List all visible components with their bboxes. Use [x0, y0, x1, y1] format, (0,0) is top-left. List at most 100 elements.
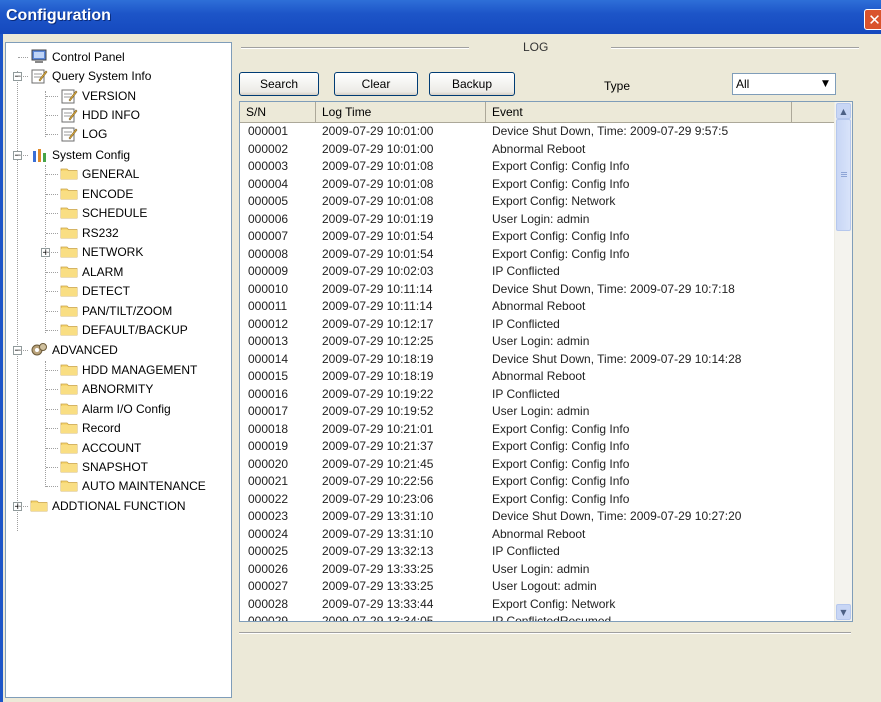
- folder-icon: [60, 244, 78, 263]
- cell-event: Abnormal Reboot: [492, 526, 586, 541]
- table-row[interactable]: 000024 2009-07-29 13:31:10 Abnormal Reboot: [240, 526, 836, 544]
- group-line-right: [611, 47, 859, 49]
- cell-log-time: 2009-07-29 10:19:22: [322, 386, 434, 401]
- window-title: Configuration: [6, 7, 111, 24]
- cell-event: User Login: admin: [492, 334, 590, 348]
- table-row[interactable]: 000019 2009-07-29 10:21:37 Export Config: …: [240, 438, 836, 456]
- tree-item-label: SNAPSHOT: [82, 460, 149, 474]
- cell-sn: 000024: [248, 526, 289, 541]
- scroll-down-button[interactable]: ▼: [836, 604, 851, 620]
- table-row[interactable]: 000023 2009-07-29 13:31:10 Device Shut Dow…: [240, 508, 836, 526]
- table-row[interactable]: 000013 2009-07-29 10:12:25 User Login: adm…: [240, 333, 836, 351]
- folder-icon: [60, 440, 78, 459]
- table-row[interactable]: 000001 2009-07-29 10:01:00 Device Shut Dow…: [240, 123, 836, 141]
- table-row[interactable]: 000015 2009-07-29 10:18:19 Abnormal Reboot: [240, 368, 836, 386]
- tree-item-label: ABNORMITY: [82, 382, 154, 396]
- cell-log-time: 2009-07-29 10:23:06: [322, 491, 434, 506]
- folder-icon: [30, 498, 48, 517]
- cell-event: Export Config: Config Info: [492, 229, 630, 243]
- type-select[interactable]: All ▼: [732, 73, 836, 95]
- table-row[interactable]: 000017 2009-07-29 10:19:52 User Login: adm…: [240, 403, 836, 421]
- table-row[interactable]: 000007 2009-07-29 10:01:54 Export Config: …: [240, 228, 836, 246]
- table-row[interactable]: 000011 2009-07-29 10:11:14 Abnormal Reboot: [240, 298, 836, 316]
- cell-sn: 000005: [248, 194, 289, 208]
- table-row[interactable]: 000028 2009-07-29 13:33:44 Export Config: …: [240, 596, 836, 614]
- tree-item-label: Control Panel: [52, 50, 125, 64]
- cell-log-time: 2009-07-29 13:31:10: [322, 509, 434, 523]
- cell-sn: 000021: [248, 474, 289, 488]
- table-row[interactable]: 000025 2009-07-29 13:32:13 IP Conflicted: [240, 543, 836, 561]
- tree-item-label: Query System Info: [52, 69, 152, 83]
- column-header-sn[interactable]: S/N: [240, 102, 316, 122]
- table-row[interactable]: 000026 2009-07-29 13:33:25 User Login: adm…: [240, 561, 836, 579]
- table-row[interactable]: 000004 2009-07-29 10:01:08 Export Config: …: [240, 176, 836, 194]
- table-row[interactable]: 000022 2009-07-29 10:23:06 Export Config: …: [240, 491, 836, 509]
- table-row[interactable]: 000008 2009-07-29 10:01:54 Export Config: …: [240, 246, 836, 264]
- cell-event: User Login: admin: [492, 211, 590, 226]
- cell-sn: 000023: [248, 509, 289, 523]
- chevron-down-icon[interactable]: ▼: [817, 75, 834, 93]
- notepad-icon: [30, 68, 48, 89]
- scroll-thumb[interactable]: [836, 119, 851, 231]
- cell-event: User Logout: admin: [492, 579, 597, 593]
- column-header-log-time[interactable]: Log Time: [316, 102, 486, 122]
- column-header-event[interactable]: Event: [486, 102, 792, 122]
- cell-sn: 000020: [248, 456, 289, 471]
- table-row[interactable]: 000029 2009-07-29 13:34:05 IP ConflictedRe…: [240, 613, 836, 622]
- cell-event: IP Conflicted: [492, 316, 560, 331]
- gears-icon: [30, 342, 48, 363]
- list-header: S/N Log Time Event: [240, 102, 836, 123]
- table-row[interactable]: 000003 2009-07-29 10:01:08 Export Config: …: [240, 158, 836, 176]
- title-bar: Configuration ✕: [0, 0, 881, 34]
- tree-item-label: DETECT: [82, 284, 130, 298]
- log-list: S/N Log Time Event 000001 2009-07-29 10:0…: [239, 101, 853, 622]
- cell-event: Export Config: Config Info: [492, 176, 630, 191]
- table-row[interactable]: 000012 2009-07-29 10:12:17 IP Conflicted: [240, 316, 836, 334]
- table-row[interactable]: 000018 2009-07-29 10:21:01 Export Config: …: [240, 421, 836, 439]
- tree-item-label: PAN/TILT/ZOOM: [82, 304, 173, 318]
- table-row[interactable]: 000009 2009-07-29 10:02:03 IP Conflicted: [240, 263, 836, 281]
- cell-sn: 000011: [248, 299, 288, 313]
- cell-sn: 000002: [248, 141, 289, 156]
- cell-event: Export Config: Config Info: [492, 491, 630, 506]
- cell-event: IP Conflicted: [492, 544, 560, 558]
- cell-log-time: 2009-07-29 10:01:08: [322, 159, 434, 173]
- table-row[interactable]: 000021 2009-07-29 10:22:56 Export Config: …: [240, 473, 836, 491]
- cell-event: IP ConflictedResumed: [492, 614, 612, 622]
- table-row[interactable]: 000005 2009-07-29 10:01:08 Export Config: …: [240, 193, 836, 211]
- table-row[interactable]: 000020 2009-07-29 10:21:45 Export Config: …: [240, 456, 836, 474]
- folder-icon: [60, 303, 78, 322]
- cell-event: User Login: admin: [492, 404, 590, 418]
- close-button[interactable]: ✕: [864, 9, 881, 30]
- notepad-icon: [60, 88, 78, 109]
- cell-event: Export Config: Config Info: [492, 159, 630, 173]
- cell-sn: 000003: [248, 159, 289, 173]
- search-button[interactable]: Search: [239, 72, 319, 96]
- vertical-scrollbar[interactable]: ▲ ▼: [834, 102, 852, 621]
- bottom-divider: [239, 632, 851, 634]
- config-tree: Control Panel − Query System Info VERSION HD…: [5, 42, 232, 698]
- table-row[interactable]: 000014 2009-07-29 10:18:19 Device Shut Dow…: [240, 351, 836, 369]
- cell-sn: 000019: [248, 439, 289, 453]
- table-row[interactable]: 000002 2009-07-29 10:01:00 Abnormal Reboot: [240, 141, 836, 159]
- cell-sn: 000029: [248, 614, 289, 622]
- tree-item-label: HDD MANAGEMENT: [82, 363, 198, 377]
- table-row[interactable]: 000027 2009-07-29 13:33:25 User Logout: ad…: [240, 578, 836, 596]
- table-row[interactable]: 000006 2009-07-29 10:01:19 User Login: adm…: [240, 211, 836, 229]
- tree-item-label: ADVANCED: [52, 343, 118, 357]
- backup-button[interactable]: Backup: [429, 72, 515, 96]
- tree-item-label: AUTO MAINTENANCE: [82, 479, 206, 493]
- cell-event: Device Shut Down, Time: 2009-07-29 9:57:…: [492, 124, 729, 138]
- cell-log-time: 2009-07-29 13:34:05: [322, 614, 434, 622]
- tree-item-label: ADDTIONAL FUNCTION: [52, 499, 186, 513]
- table-row[interactable]: 000010 2009-07-29 10:11:14 Device Shut Dow…: [240, 281, 836, 299]
- tree-item-label: RS232: [82, 226, 119, 240]
- scroll-up-button[interactable]: ▲: [836, 103, 851, 119]
- cell-event: Export Config: Config Info: [492, 439, 630, 453]
- cell-log-time: 2009-07-29 10:21:37: [322, 439, 434, 453]
- cell-log-time: 2009-07-29 10:01:08: [322, 176, 434, 191]
- cell-sn: 000016: [248, 386, 289, 401]
- folder-icon: [60, 225, 78, 244]
- table-row[interactable]: 000016 2009-07-29 10:19:22 IP Conflicted: [240, 386, 836, 404]
- clear-button[interactable]: Clear: [334, 72, 418, 96]
